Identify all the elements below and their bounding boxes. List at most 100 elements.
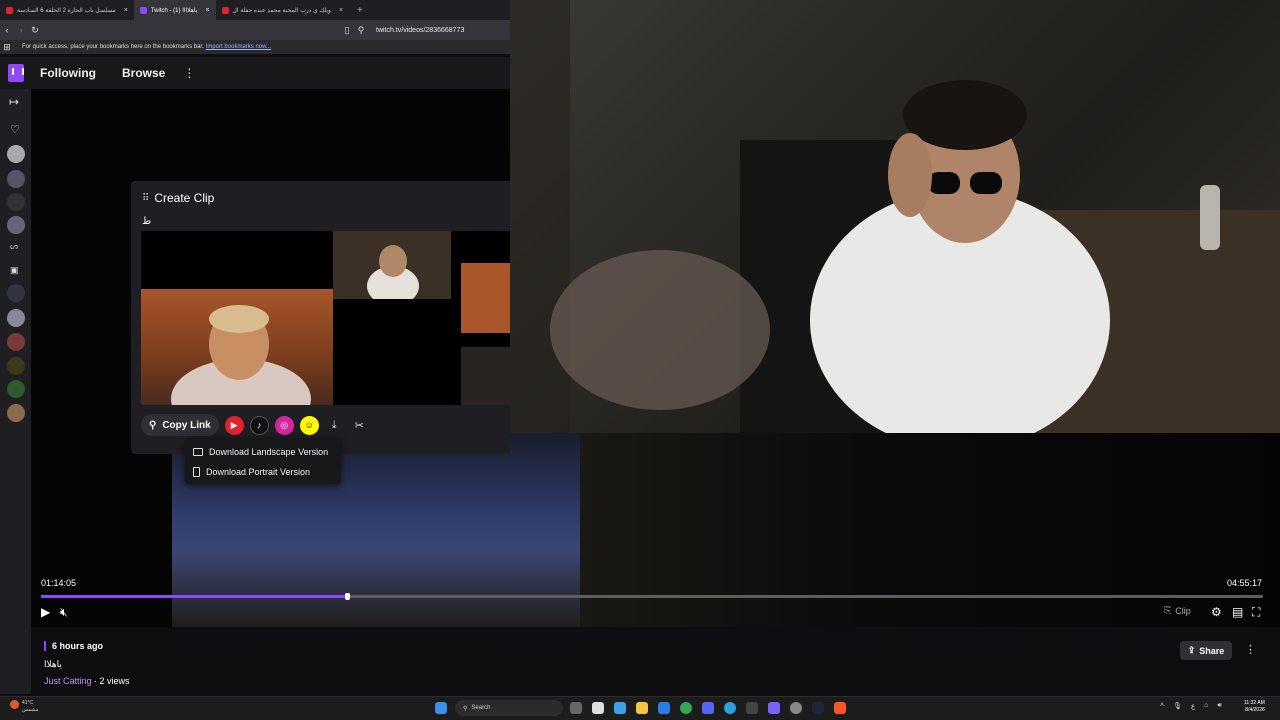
left-sidebar: ↦ ♡ ᔕ ▣ — [0, 89, 31, 694]
drag-handle-icon[interactable]: ⠿ — [142, 193, 149, 204]
volume-icon[interactable]: 🔊︎ — [1217, 702, 1221, 710]
bookmarks-bar: ⊞ For quick access, place your bookmarks… — [0, 40, 510, 54]
channel-avatar[interactable] — [7, 357, 25, 375]
following-link[interactable]: Following — [40, 66, 96, 80]
theatre-mode-icon[interactable]: ▤ — [1232, 605, 1243, 619]
channel-avatar[interactable] — [7, 333, 25, 351]
seek-handle[interactable] — [345, 593, 350, 600]
channel-avatar[interactable] — [7, 380, 25, 398]
brave-icon[interactable] — [834, 702, 846, 714]
download-icon[interactable]: ⤓ — [325, 416, 344, 435]
video-camera-icon[interactable]: ▣ — [10, 265, 19, 276]
clock-time: 11:32 AM — [1244, 700, 1265, 706]
discord-icon[interactable] — [702, 702, 714, 714]
close-tab-icon[interactable]: × — [205, 7, 209, 14]
import-bookmarks-link[interactable]: Import bookmarks now... — [206, 44, 271, 50]
channel-icon[interactable]: ᔕ — [10, 241, 18, 252]
network-icon[interactable]: ⌂ — [1204, 702, 1208, 710]
create-clip-title: Create Clip — [154, 191, 215, 205]
streamer-image — [510, 0, 1280, 433]
expand-sidebar-icon[interactable]: ↦ — [9, 95, 19, 109]
channel-avatar[interactable] — [7, 284, 25, 302]
reload-icon[interactable]: ↻ — [28, 25, 42, 36]
windows-start-icon[interactable] — [435, 702, 447, 714]
close-tab-icon[interactable]: × — [124, 7, 128, 14]
app-icon[interactable] — [746, 702, 758, 714]
telegram-icon[interactable] — [724, 702, 736, 714]
microphone-icon[interactable]: 🎙︎ — [1173, 702, 1182, 710]
browse-link[interactable]: Browse — [122, 66, 165, 80]
language-indicator[interactable]: ع — [1191, 702, 1195, 710]
bookmark-icon[interactable]: ▯ — [340, 25, 354, 36]
clip-preview[interactable] — [141, 231, 510, 405]
weather-icon[interactable] — [10, 700, 19, 709]
mute-icon[interactable]: 🔇︎ — [60, 605, 68, 620]
url-input[interactable]: twitch.tv/videos/2836668773 — [376, 27, 464, 34]
back-icon[interactable]: ‹ — [0, 25, 14, 35]
snapchat-share-icon[interactable]: ☺ — [299, 415, 319, 435]
app-icon[interactable] — [768, 702, 780, 714]
scissors-icon[interactable]: ✂ — [350, 416, 369, 435]
more-options-icon[interactable]: ⋮ — [1245, 643, 1256, 656]
channel-avatar[interactable] — [7, 216, 25, 234]
copilot-icon[interactable] — [614, 702, 626, 714]
video-title: ياهلاا — [44, 659, 62, 669]
channel-avatar[interactable] — [7, 145, 25, 163]
browser-tab-3[interactable]: ويلك ي درب المحبة محمد عبده حفلة ال × — [216, 0, 350, 20]
channel-avatar[interactable] — [7, 170, 25, 188]
browser-tab-2[interactable]: Twitch - (1) ياهلاااا × — [133, 0, 216, 20]
forward-icon[interactable]: › — [14, 25, 28, 35]
app-icon[interactable] — [790, 702, 802, 714]
clip-thumbnail-portrait-3 — [461, 347, 510, 405]
twitch-logo-icon[interactable] — [8, 64, 24, 82]
weather-widget[interactable]: 41°C مشمس — [22, 700, 38, 714]
channel-avatar[interactable] — [7, 404, 25, 422]
clip-button[interactable]: ⎘ Clip — [1164, 605, 1191, 616]
download-landscape-option[interactable]: Download Landscape Version — [193, 442, 333, 462]
instagram-share-icon[interactable]: ◎ — [274, 415, 294, 435]
youtube-share-icon[interactable]: ▶ — [224, 415, 244, 435]
video-meta: Just Catting · 2 views — [44, 676, 130, 686]
search-label: Search — [471, 705, 491, 711]
settings-icon[interactable]: ⚙ — [1211, 605, 1222, 619]
download-landscape-label: Download Landscape Version — [209, 447, 329, 457]
clip-thumbnail-landscape — [141, 289, 351, 405]
clip-thumbnail-portrait-2 — [461, 263, 510, 333]
more-menu-icon[interactable]: ⋮ — [183, 66, 195, 80]
taskbar-search[interactable]: ⚲ Search — [455, 700, 563, 716]
apps-icon[interactable]: ⊞ — [0, 42, 14, 53]
clip-icon: ⎘ — [1164, 605, 1172, 615]
file-explorer-icon[interactable] — [636, 702, 648, 714]
task-view-icon[interactable] — [570, 702, 582, 714]
download-portrait-option[interactable]: Download Portrait Version — [193, 462, 333, 482]
link-icon: ⚲ — [149, 419, 157, 431]
tab-label: Twitch - (1) ياهلاااا — [150, 7, 198, 14]
system-tray: ˄ 🎙︎ ع ⌂ 🔊︎ — [1160, 702, 1222, 710]
search-icon: ⚲ — [463, 705, 468, 712]
new-tab-button[interactable]: + — [357, 5, 363, 16]
monitor-icon — [193, 448, 203, 456]
phone-icon — [193, 467, 200, 477]
store-icon[interactable] — [658, 702, 670, 714]
taskbar-clock[interactable]: 11:32 AM 8/4/2026 — [1244, 700, 1265, 714]
chevron-up-icon[interactable]: ˄ — [1160, 702, 1164, 710]
bookmarks-hint: For quick access, place your bookmarks h… — [22, 44, 204, 50]
copy-link-button[interactable]: ⚲ Copy Link — [141, 414, 219, 436]
channel-avatar[interactable] — [7, 193, 25, 211]
close-tab-icon[interactable]: × — [339, 7, 343, 14]
browser-tab-1[interactable]: مسلسل باب الحارة 2 الحلقة 6 السادسة × — [0, 0, 134, 20]
category-link[interactable]: Just Catting — [44, 676, 92, 686]
site-info-icon[interactable]: ⚲ — [354, 25, 368, 36]
widgets-icon[interactable] — [592, 702, 604, 714]
channel-avatar[interactable] — [7, 309, 25, 327]
actor-image — [333, 231, 451, 306]
heart-icon[interactable]: ♡ — [10, 123, 20, 136]
share-button[interactable]: ⇪ Share — [1180, 641, 1232, 660]
steam-icon[interactable] — [812, 702, 824, 714]
play-icon[interactable]: ▶ — [41, 605, 50, 619]
fullscreen-icon[interactable]: ⛶ — [1252, 605, 1260, 620]
chrome-icon[interactable] — [680, 702, 692, 714]
youtube-icon — [6, 6, 13, 14]
create-clip-header: ⠿ Create Clip — [142, 191, 214, 205]
tiktok-share-icon[interactable]: ♪ — [249, 415, 269, 435]
